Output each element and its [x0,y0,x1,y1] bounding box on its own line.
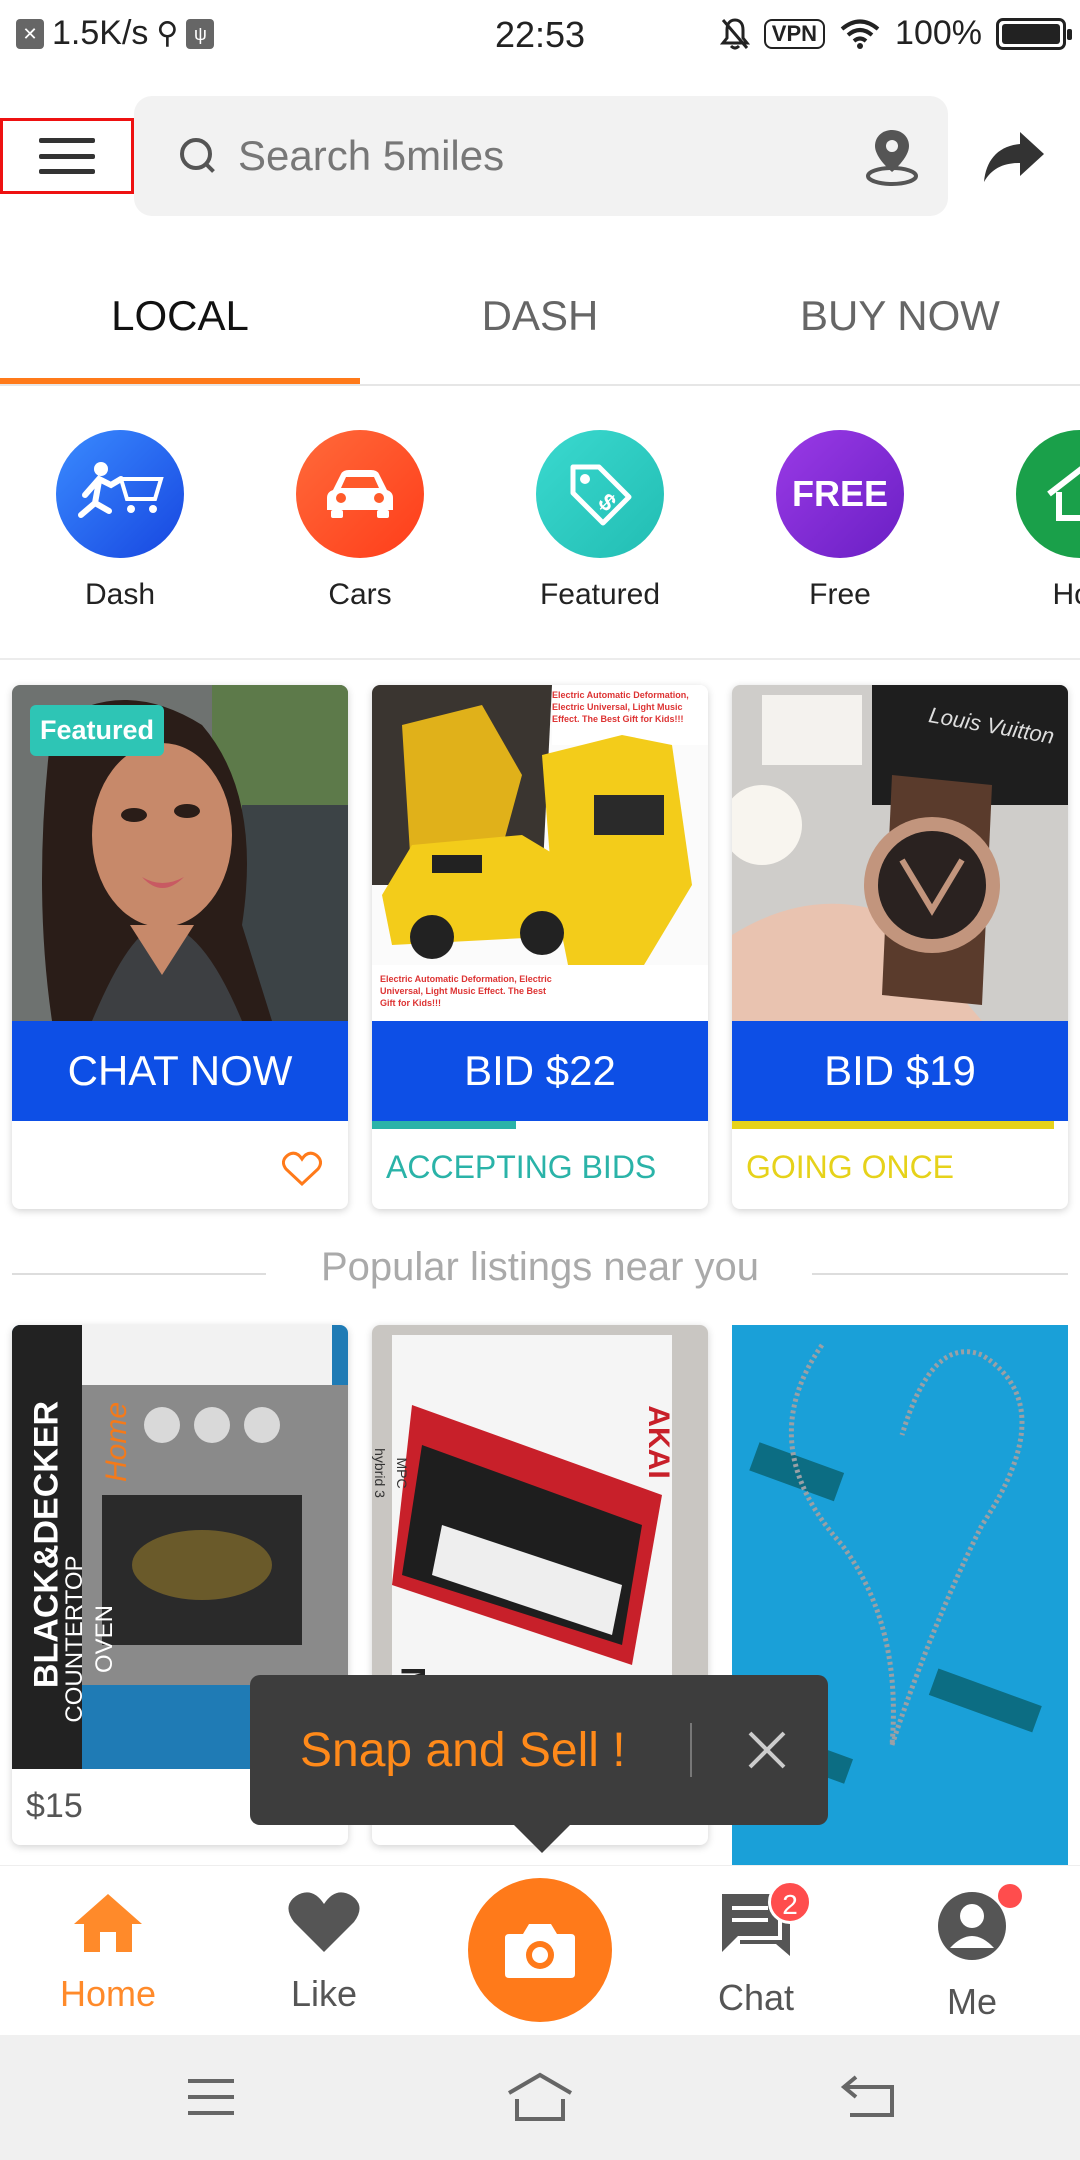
back-icon[interactable] [840,2073,896,2119]
heart-outline-icon[interactable] [282,1151,322,1187]
category-label: Featured [539,578,661,611]
close-icon[interactable] [732,1715,802,1785]
notification-dot [998,1884,1022,1908]
nav-me[interactable]: Me [892,1884,1052,2023]
tab-bar: LOCAL DASH BUY NOW [0,266,1080,386]
promo-caption-top: Electric Automatic Deformation, Electric… [552,690,689,724]
divider-right [812,1273,1068,1275]
oven-desc-2: OVEN [91,1605,118,1674]
house-icon [1016,430,1080,558]
bid-button[interactable]: BID $22 [372,1021,708,1121]
featured-card-2[interactable]: Electric Automatic Deformation, Electric… [372,685,708,1209]
svg-text:$: $ [593,488,622,517]
nav-label: Like [290,1973,358,2014]
profile-icon [938,1892,1006,1960]
section-title: Popular listings near you [320,1245,760,1289]
home-icon [74,1894,142,1952]
hamburger-icon [39,138,95,174]
category-dash[interactable]: Dash [20,430,220,612]
oven-desc-1: COUNTERTOP [61,1555,88,1723]
status-bar: ✕ 1.5K/s ⚲ ψ 22:53 VPN 100% [0,0,1080,74]
chat-unread-badge: 2 [768,1880,812,1924]
tab-local[interactable]: LOCAL [0,266,360,384]
mute-bell-icon [719,17,750,49]
price-tag-icon: $ [536,430,664,558]
tab-buy-now[interactable]: BUY NOW [720,266,1080,384]
keyboard-side-text-1: MPC [394,1457,410,1489]
featured-badge: Featured [30,705,165,756]
nav-home[interactable]: Home [28,1890,188,2015]
featured-card-3[interactable]: Louis Vuitton BID $19 GOING ONCE [732,685,1068,1209]
keyboard-brand: AKAI [642,1405,675,1479]
category-label: Free [809,578,871,611]
featured-card-1[interactable]: Featured CHAT NOW [12,685,348,1209]
nav-label: Me [946,1981,997,2022]
tooltip-separator [690,1723,692,1777]
heart-icon [288,1892,360,1952]
recent-apps-icon[interactable] [186,2077,236,2117]
tab-dash[interactable]: DASH [360,266,720,384]
bid-status: ACCEPTING BIDS [386,1149,657,1185]
system-nav-bar [0,2035,1080,2160]
snap-and-sell-tooltip: Snap and Sell ! [250,1675,828,1825]
home-system-icon[interactable] [505,2071,575,2123]
category-label: Cars [328,578,392,611]
menu-button[interactable] [0,118,134,194]
category-label: Hou [1052,578,1080,611]
category-cars[interactable]: Cars [260,430,460,612]
battery-icon [996,17,1072,50]
free-badge-icon: FREE [776,430,904,558]
nav-chat[interactable]: 2 Chat [676,1880,836,2019]
chat-now-button[interactable]: CHAT NOW [12,1021,348,1121]
car-icon [296,430,424,558]
location-pin-icon[interactable] [864,126,920,186]
battery-percent: 100% [895,14,982,52]
snap-and-sell-text[interactable]: Snap and Sell ! [300,1723,626,1778]
camera-button[interactable] [468,1878,612,2022]
wifi-icon [840,19,880,49]
keyboard-side-text-2: hybrid 3 [372,1448,388,1498]
listing-photo-robot-car [372,685,708,1021]
share-icon[interactable] [982,128,1046,184]
bid-button[interactable]: BID $19 [732,1021,1068,1121]
nav-label: Chat [717,1977,795,2018]
search-icon [178,136,218,176]
search-bar[interactable] [134,96,948,216]
nav-like[interactable]: Like [244,1890,404,2015]
vpn-icon: VPN [763,18,826,49]
tooltip-arrow [514,1825,570,1853]
category-house[interactable]: Hou [980,430,1080,612]
status-right: VPN 100% [719,14,1072,53]
bid-progress-bar [732,1121,1054,1129]
promo-caption-bottom: Electric Automatic Deformation, Electric… [380,974,552,1008]
category-label: Dash [84,578,156,611]
category-strip: Dash Cars $ Featured FREE Free H [0,430,1080,660]
search-input[interactable] [238,132,798,180]
category-featured[interactable]: $ Featured [500,430,700,612]
bid-progress-bar [372,1121,516,1129]
bid-status: GOING ONCE [746,1149,955,1185]
listing-price: $15 [26,1787,83,1825]
nav-label: Home [59,1973,157,2014]
camera-icon [505,1924,575,1978]
dash-cart-icon [56,430,184,558]
category-free[interactable]: FREE Free [740,430,940,612]
